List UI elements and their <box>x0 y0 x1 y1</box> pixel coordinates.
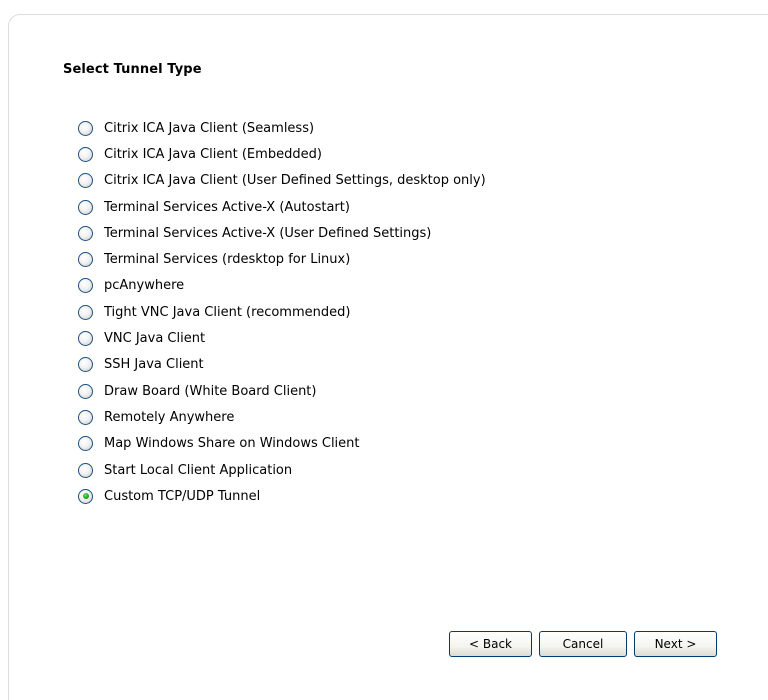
option-draw-board[interactable]: Draw Board (White Board Client) <box>78 378 486 404</box>
radio-button[interactable] <box>78 278 93 294</box>
option-label: Citrix ICA Java Client (Embedded) <box>104 146 322 162</box>
radio-button[interactable] <box>78 383 93 399</box>
option-label: Tight VNC Java Client (recommended) <box>104 304 351 320</box>
radio-button[interactable] <box>78 120 93 136</box>
radio-button[interactable] <box>78 436 93 452</box>
option-citrix-user-defined[interactable]: Citrix ICA Java Client (User Defined Set… <box>78 168 486 194</box>
option-remotely-anywhere[interactable]: Remotely Anywhere <box>78 404 486 430</box>
option-label: Citrix ICA Java Client (Seamless) <box>104 120 315 136</box>
back-button[interactable]: < Back <box>449 631 532 657</box>
option-label: Terminal Services (rdesktop for Linux) <box>104 252 351 268</box>
radio-button[interactable] <box>78 199 93 215</box>
option-label: Terminal Services Active-X (Autostart) <box>104 199 350 215</box>
option-label: Draw Board (White Board Client) <box>104 383 317 399</box>
option-label: VNC Java Client <box>104 331 206 347</box>
radio-button[interactable] <box>78 488 93 504</box>
option-start-local-client[interactable]: Start Local Client Application <box>78 457 486 483</box>
option-ts-rdesktop[interactable]: Terminal Services (rdesktop for Linux) <box>78 246 486 272</box>
option-label: Remotely Anywhere <box>104 409 235 425</box>
option-label: pcAnywhere <box>104 278 185 294</box>
option-ts-activex-autostart[interactable]: Terminal Services Active-X (Autostart) <box>78 194 486 220</box>
option-citrix-seamless[interactable]: Citrix ICA Java Client (Seamless) <box>78 115 486 141</box>
option-label: Custom TCP/UDP Tunnel <box>104 488 261 504</box>
radio-button[interactable] <box>78 173 93 189</box>
tunnel-type-list: Citrix ICA Java Client (Seamless) Citrix… <box>78 115 486 509</box>
option-ts-activex-user-defined[interactable]: Terminal Services Active-X (User Defined… <box>78 220 486 246</box>
radio-button[interactable] <box>78 146 93 162</box>
option-label: Map Windows Share on Windows Client <box>104 436 360 452</box>
option-label: SSH Java Client <box>104 357 204 373</box>
button-bar: < Back Cancel Next > <box>449 631 717 657</box>
next-button[interactable]: Next > <box>634 631 717 657</box>
radio-button[interactable] <box>78 225 93 241</box>
radio-button[interactable] <box>78 304 93 320</box>
cancel-button[interactable]: Cancel <box>539 631 627 657</box>
option-label: Citrix ICA Java Client (User Defined Set… <box>104 173 486 189</box>
radio-button[interactable] <box>78 409 93 425</box>
radio-button[interactable] <box>78 357 93 373</box>
option-map-windows-share[interactable]: Map Windows Share on Windows Client <box>78 431 486 457</box>
radio-button[interactable] <box>78 331 93 347</box>
option-pcanywhere[interactable]: pcAnywhere <box>78 273 486 299</box>
option-citrix-embedded[interactable]: Citrix ICA Java Client (Embedded) <box>78 141 486 167</box>
option-custom-tcp-udp[interactable]: Custom TCP/UDP Tunnel <box>78 483 486 509</box>
page-title: Select Tunnel Type <box>63 62 202 77</box>
option-vnc[interactable]: VNC Java Client <box>78 325 486 351</box>
radio-button[interactable] <box>78 462 93 478</box>
option-tight-vnc[interactable]: Tight VNC Java Client (recommended) <box>78 299 486 325</box>
option-label: Terminal Services Active-X (User Defined… <box>104 225 432 241</box>
radio-button[interactable] <box>78 252 93 268</box>
option-label: Start Local Client Application <box>104 462 293 478</box>
option-ssh[interactable]: SSH Java Client <box>78 352 486 378</box>
